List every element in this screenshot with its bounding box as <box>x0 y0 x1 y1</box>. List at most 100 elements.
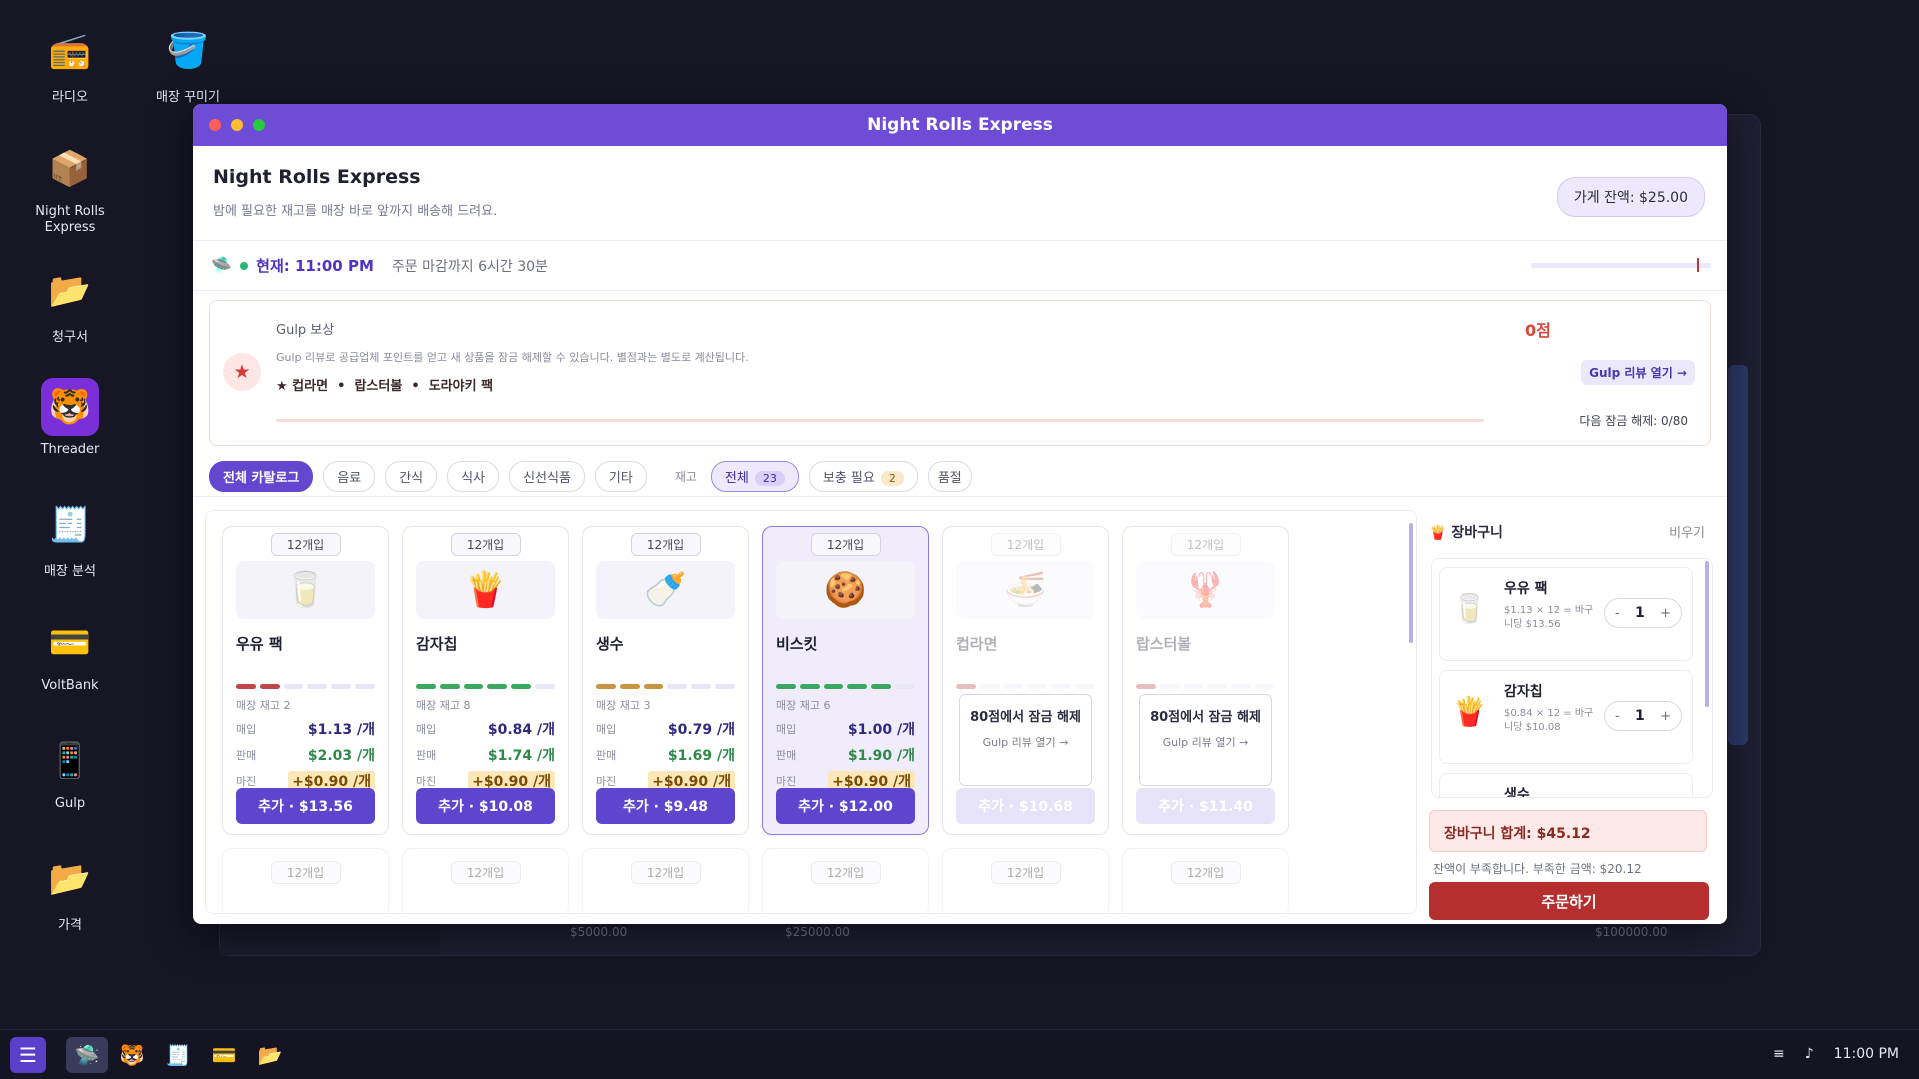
add-to-cart-button[interactable]: 추가 · $13.56 <box>236 788 375 824</box>
stock-meter <box>776 684 915 689</box>
product-card[interactable]: 12개입 <box>942 848 1109 913</box>
pack-size: 12개입 <box>450 861 521 884</box>
add-to-cart-button[interactable]: 추가 · $12.00 <box>776 788 915 824</box>
pack-size: 12개입 <box>1170 533 1241 556</box>
night-rolls-window[interactable]: Night Rolls Express Night Rolls Express … <box>193 104 1727 924</box>
product-catalog[interactable]: 12개입 🥛 우유 팩 매장 재고 2 매입 $1.13 /개 판매 $2.03 /… <box>205 510 1417 914</box>
pack-size: 12개입 <box>990 533 1061 556</box>
phone-icon: 📱 <box>48 741 92 781</box>
clear-cart-button[interactable]: 비우기 <box>1669 522 1705 542</box>
product-card[interactable]: 12개입 <box>1122 848 1289 913</box>
minimize-button[interactable] <box>231 119 243 131</box>
product-icon: 🍜 <box>1004 570 1047 610</box>
taskbar-threader[interactable]: 🐯 <box>114 1037 150 1073</box>
start-menu-button[interactable]: ☰ <box>10 1037 46 1073</box>
product-card[interactable]: 12개입 <box>582 848 749 913</box>
stock-segment <box>259 684 280 689</box>
wallet-icon: 💳 <box>211 1043 237 1067</box>
product-card[interactable]: 12개입 🍜 컵라면 추가 · $10.68 80점에서 잠금 해제 Gulp … <box>942 526 1109 835</box>
locked-overlay: 80점에서 잠금 해제 Gulp 리뷰 열기 → <box>1139 694 1272 786</box>
desktop-icon-night-rolls[interactable]: 📦 Night Rolls Express <box>20 140 120 236</box>
stock-segment <box>979 684 1000 689</box>
cart-item-detail: $0.84 × 12 = 바구니당 $10.08 <box>1504 708 1594 733</box>
product-card[interactable]: 12개입 <box>762 848 929 913</box>
open-gulp-reviews-button[interactable]: Gulp 리뷰 열기 → <box>1581 360 1695 385</box>
filter-snacks[interactable]: 간식 <box>385 461 438 492</box>
add-to-cart-button[interactable]: 추가 · $10.08 <box>416 788 555 824</box>
stock-segment <box>1159 684 1180 689</box>
stock-meter <box>596 684 735 689</box>
pack-size: 12개입 <box>450 533 521 556</box>
product-card[interactable]: 12개입 <box>222 848 389 913</box>
product-card[interactable]: 12개입 🥛 우유 팩 매장 재고 2 매입 $1.13 /개 판매 $2.03 /… <box>222 526 389 835</box>
place-order-button[interactable]: 주문하기 <box>1429 882 1709 920</box>
filter-all-catalog[interactable]: 전체 카탈로그 <box>209 461 314 492</box>
increase-button[interactable]: + <box>1660 709 1671 724</box>
product-card[interactable]: 12개입 🦞 랍스터볼 추가 · $11.40 80점에서 잠금 해제 Gulp… <box>1122 526 1289 835</box>
stock-meter <box>1136 684 1275 689</box>
quantity-stepper[interactable]: - 1 + <box>1604 598 1682 628</box>
product-name: 생수 <box>596 635 624 653</box>
cart-scrollbar[interactable] <box>1705 561 1709 707</box>
stock-filter-label: 재고 <box>670 463 701 490</box>
taskbar-store-analytics[interactable]: 🧾 <box>160 1037 196 1073</box>
product-card[interactable]: 12개입 🍪 비스킷 매장 재고 6 매입 $1.00 /개 판매 $1.90 /개… <box>762 526 929 835</box>
product-name: 비스킷 <box>776 635 818 653</box>
stock-filter-all[interactable]: 전체 23 <box>710 461 799 492</box>
taskbar-night-rolls[interactable]: 🛸 <box>66 1037 108 1073</box>
filter-other[interactable]: 기타 <box>594 461 647 492</box>
stock-segment <box>715 684 735 689</box>
maximize-button[interactable] <box>253 119 265 131</box>
cart-list[interactable]: 🥛 우유 팩 $1.13 × 12 = 바구니당 $13.56 - 1 + 🍟 … <box>1431 558 1713 798</box>
system-tray: ≡ ♪ 11:00 PM <box>1773 1046 1899 1062</box>
desktop-icon-gulp[interactable]: 📱 Gulp <box>20 732 120 811</box>
stock-segment <box>1075 684 1095 689</box>
filter-fresh[interactable]: 신선식품 <box>509 461 585 492</box>
taskbar-voltbank[interactable]: 💳 <box>206 1037 242 1073</box>
desktop-icon-prices[interactable]: 📂 가격 <box>20 850 120 933</box>
current-time: 현재: 11:00 PM <box>256 257 374 275</box>
quantity-stepper[interactable]: - 1 + <box>1604 701 1682 731</box>
close-button[interactable] <box>209 119 221 131</box>
buy-price: $1.00 /개 <box>847 722 915 738</box>
store-stock: 매장 재고 8 <box>416 699 471 712</box>
cart-item: 🍼 생수 - 1 + <box>1439 773 1693 797</box>
folder-icon: 📂 <box>257 1043 283 1067</box>
stock-filter-soldout[interactable]: 품절 <box>927 461 972 492</box>
increase-button[interactable]: + <box>1660 606 1671 621</box>
stock-filter-need-restock[interactable]: 보충 필요 2 <box>808 461 918 492</box>
product-card[interactable]: 12개입 <box>402 848 569 913</box>
desktop-icon-store-decor[interactable]: 🪣 매장 꾸미기 <box>138 22 238 105</box>
desktop-icon-invoices[interactable]: 📂 청구서 <box>20 262 120 345</box>
delivery-drone-icon: 🛸 <box>74 1043 100 1067</box>
product-card[interactable]: 12개입 🍼 생수 매장 재고 3 매입 $0.79 /개 판매 $1.69 /개 … <box>582 526 749 835</box>
list-icon[interactable]: ≡ <box>1773 1046 1785 1062</box>
add-to-cart-button: 추가 · $10.68 <box>956 788 1095 824</box>
sell-label: 판매 <box>596 749 617 762</box>
product-card[interactable]: 12개입 🍟 감자칩 매장 재고 8 매입 $0.84 /개 판매 $1.74 /개… <box>402 526 569 835</box>
window-titlebar[interactable]: Night Rolls Express <box>193 104 1727 146</box>
desktop-icon-label: 매장 분석 <box>44 564 96 579</box>
stock-segment <box>956 684 976 689</box>
open-gulp-reviews-link[interactable]: Gulp 리뷰 열기 → <box>1140 734 1271 750</box>
sell-label: 판매 <box>416 749 437 762</box>
taskbar-folder[interactable]: 📂 <box>252 1037 288 1073</box>
decrease-button[interactable]: - <box>1615 606 1620 621</box>
desktop-icon-threader[interactable]: 🐯 Threader <box>20 378 120 457</box>
music-icon[interactable]: ♪ <box>1805 1046 1814 1062</box>
add-to-cart-button[interactable]: 추가 · $9.48 <box>596 788 735 824</box>
background-footer-value: $100000.00 <box>1595 925 1668 939</box>
catalog-scrollbar[interactable] <box>1409 523 1413 643</box>
buy-label: 매입 <box>776 723 797 736</box>
filter-meals[interactable]: 식사 <box>447 461 500 492</box>
product-name: 랍스터볼 <box>1136 635 1192 653</box>
decrease-button[interactable]: - <box>1615 709 1620 724</box>
desktop-icon-store-analytics[interactable]: 🧾 매장 분석 <box>20 496 120 579</box>
time-progress-marker <box>1697 258 1699 272</box>
open-gulp-reviews-link[interactable]: Gulp 리뷰 열기 → <box>960 734 1091 750</box>
desktop-icon-voltbank[interactable]: 💳 VoltBank <box>20 614 120 693</box>
stock-segment <box>236 684 256 689</box>
reward-points: 0점 <box>1525 321 1551 340</box>
filter-drinks[interactable]: 음료 <box>323 461 376 492</box>
desktop-icon-radio[interactable]: 📻 라디오 <box>20 22 120 105</box>
